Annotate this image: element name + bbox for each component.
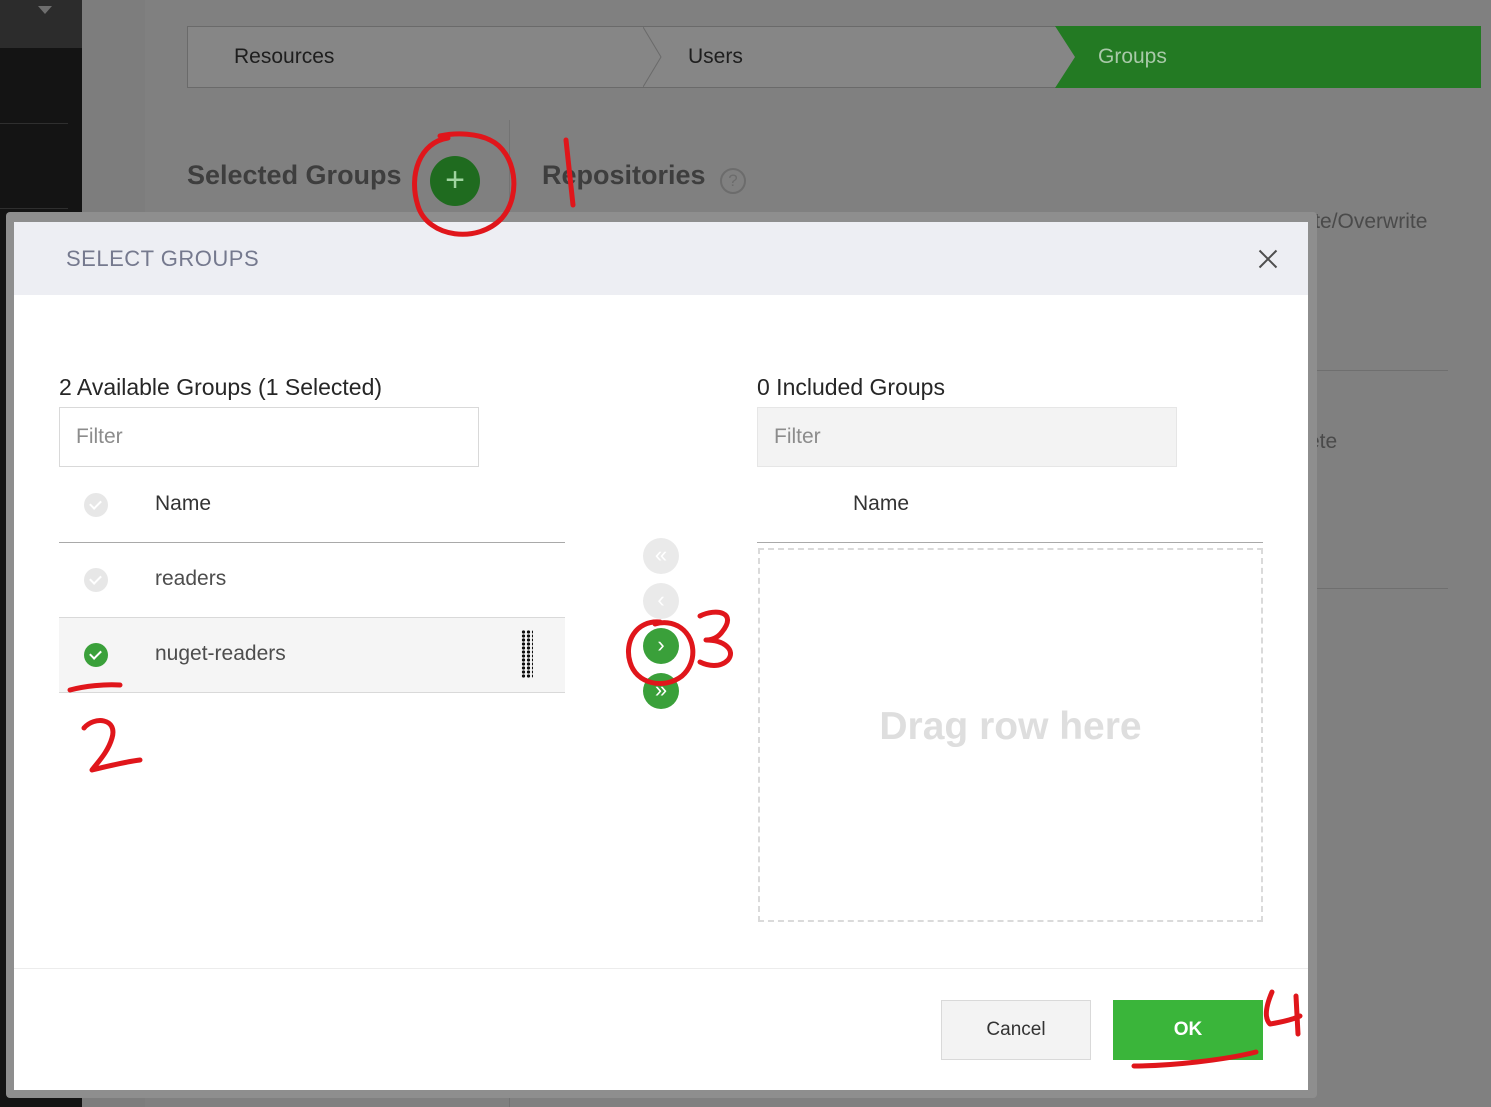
group-name: readers xyxy=(155,567,227,590)
add-selected-button[interactable]: › xyxy=(643,628,679,664)
select-groups-modal: SELECT GROUPS 2 Available Groups (1 Sele… xyxy=(14,222,1308,1090)
wizard-step-groups[interactable]: Groups xyxy=(1098,27,1167,87)
row-check-icon[interactable] xyxy=(84,568,108,592)
modal-title: SELECT GROUPS xyxy=(66,246,260,271)
included-groups-title: 0 Included Groups xyxy=(757,374,945,400)
table-header-row: Name xyxy=(59,469,565,543)
close-icon[interactable] xyxy=(1256,247,1280,271)
drop-zone[interactable]: Drag row here xyxy=(758,548,1263,922)
background-divider xyxy=(1308,588,1448,589)
available-groups-title: 2 Available Groups (1 Selected) xyxy=(59,374,383,400)
included-table-header: Name xyxy=(757,469,1263,543)
wizard-step-users[interactable]: Users xyxy=(688,27,743,87)
rail-divider xyxy=(0,123,68,124)
drag-handle-icon[interactable] xyxy=(521,630,533,678)
available-filter-input[interactable] xyxy=(59,407,479,467)
group-name: nuget-readers xyxy=(155,642,286,665)
available-groups-table: Name readers nuget-readers xyxy=(59,469,565,693)
remove-all-button[interactable]: « xyxy=(643,538,679,574)
selected-groups-heading: Selected Groups xyxy=(187,160,402,190)
wizard-steps: Resources Users Groups xyxy=(187,26,1481,88)
table-row[interactable]: readers xyxy=(59,543,565,618)
row-check-icon[interactable] xyxy=(84,643,108,667)
column-header-name[interactable]: Name xyxy=(853,492,909,516)
select-all-check-icon[interactable] xyxy=(84,493,108,517)
wizard-separator-icon xyxy=(643,27,662,87)
rail-divider xyxy=(0,208,68,209)
drop-zone-label: Drag row here xyxy=(879,705,1142,748)
help-icon[interactable]: ? xyxy=(720,168,746,194)
add-group-plus-icon[interactable]: + xyxy=(430,156,480,206)
modal-header: SELECT GROUPS xyxy=(14,222,1308,295)
table-row[interactable]: nuget-readers xyxy=(59,618,565,693)
chevron-down-icon[interactable] xyxy=(38,6,52,14)
remove-selected-button[interactable]: ‹ xyxy=(643,583,679,619)
repositories-heading: Repositories xyxy=(542,160,706,190)
included-filter-input[interactable] xyxy=(757,407,1177,467)
footer-divider xyxy=(14,968,1308,969)
wizard-step-resources[interactable]: Resources xyxy=(234,27,334,87)
add-all-button[interactable]: » xyxy=(643,673,679,709)
background-divider xyxy=(1308,370,1448,371)
ok-button[interactable]: OK xyxy=(1113,1000,1263,1060)
column-header-name[interactable]: Name xyxy=(155,492,211,516)
cancel-button[interactable]: Cancel xyxy=(941,1000,1091,1060)
